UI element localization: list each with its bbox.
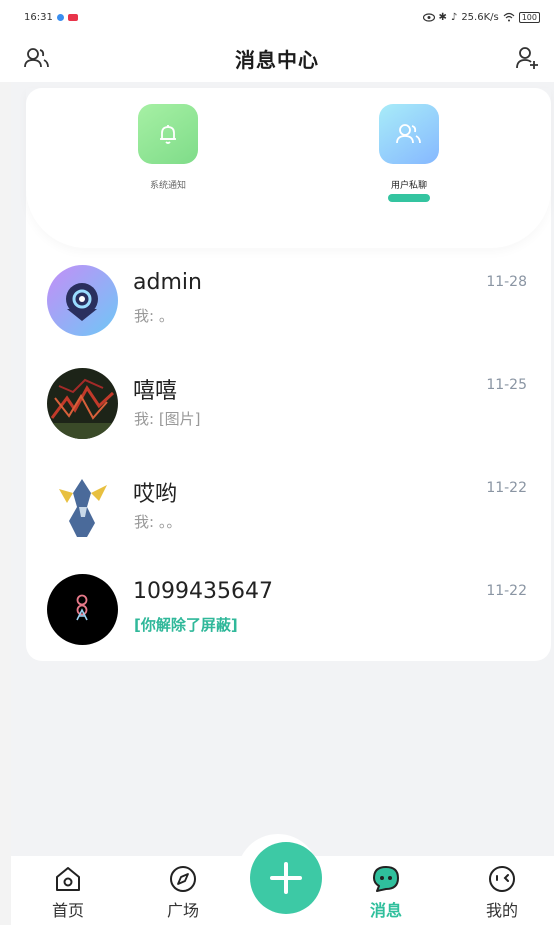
plus-icon (270, 862, 302, 894)
add-friend-button[interactable] (512, 43, 542, 73)
face-icon (489, 866, 515, 892)
create-post-button[interactable] (250, 842, 322, 914)
bell-icon (160, 125, 176, 144)
tab-label: 广场 (166, 901, 199, 920)
contacts-button[interactable] (22, 43, 52, 73)
avatar (47, 265, 118, 336)
compass-icon (170, 866, 196, 892)
conversation-preview: 我: 。。 (134, 513, 182, 531)
app-notification-icon (67, 13, 78, 21)
tab-square[interactable]: 广场 (143, 864, 223, 921)
net-speed: 25.6K/s (461, 11, 499, 23)
conversation-date: 11-22 (486, 583, 527, 599)
conversation-item[interactable]: 嘻嘻 我: [图片] 11-25 (26, 353, 551, 456)
conversation-preview: 我: [图片] (134, 410, 201, 428)
tab-profile[interactable]: 我的 (462, 864, 542, 921)
system-notifications-button[interactable]: 系统通知 (108, 104, 228, 191)
tab-home[interactable]: 首页 (28, 864, 108, 921)
system-notifications-tile (138, 104, 198, 164)
private-chat-button[interactable]: 用户私聊 (349, 104, 469, 202)
quick-actions-panel: 系统通知 用户私聊 (26, 88, 551, 248)
private-chat-tile (379, 104, 439, 164)
avatar (47, 368, 118, 439)
content-area: 系统通知 用户私聊 admin 我: 。 11-28 嘻嘻 我: [图片] 11… (11, 82, 554, 856)
add-user-icon (516, 47, 538, 69)
mute-icon: ♪ (450, 11, 458, 23)
users-icon (24, 48, 49, 68)
conversation-name: 1099435647 (133, 579, 273, 604)
active-indicator (388, 194, 430, 202)
users-icon (396, 124, 421, 144)
tab-messages[interactable]: 消息 (346, 864, 426, 921)
conversation-date: 11-28 (486, 274, 527, 290)
home-icon (56, 867, 80, 891)
tab-label: 消息 (369, 901, 402, 920)
conversation-name: 哎哟 (133, 482, 178, 507)
header: 消息中心 (0, 34, 554, 82)
tab-label: 我的 (485, 901, 518, 920)
status-right: ✱ ♪ 25.6K/s 100 (422, 11, 540, 23)
tab-label: 首页 (51, 901, 84, 920)
app-notification-icon (56, 13, 64, 21)
status-bar: 16:31 ✱ ♪ 25.6K/s 100 (0, 0, 554, 34)
conversation-date: 11-25 (486, 377, 527, 393)
conversation-name: 嘻嘻 (133, 379, 178, 404)
conversation-preview: [你解除了屏蔽] (134, 616, 238, 634)
bluetooth-icon: ✱ (438, 11, 447, 23)
chat-icon (373, 866, 399, 892)
status-left: 16:31 (24, 12, 78, 23)
wifi-icon (503, 12, 515, 22)
status-time: 16:31 (24, 11, 53, 23)
system-notifications-label: 系统通知 (149, 181, 186, 191)
conversation-date: 11-22 (486, 480, 527, 496)
avatar (47, 471, 118, 542)
conversation-item[interactable]: admin 我: 。 11-28 (26, 250, 551, 353)
page-title: 消息中心 (235, 47, 319, 72)
eye-icon (422, 12, 435, 22)
avatar (47, 574, 118, 645)
conversation-name: admin (133, 270, 202, 295)
message-card: 系统通知 用户私聊 admin 我: 。 11-28 嘻嘻 我: [图片] 11… (26, 88, 551, 661)
conversation-item[interactable]: 1099435647 [你解除了屏蔽] 11-22 (26, 559, 551, 662)
conversation-item[interactable]: 哎哟 我: 。。 11-22 (26, 456, 551, 559)
conversation-preview: 我: 。 (134, 307, 174, 325)
battery-icon: 100 (518, 11, 540, 23)
private-chat-label: 用户私聊 (390, 181, 427, 191)
